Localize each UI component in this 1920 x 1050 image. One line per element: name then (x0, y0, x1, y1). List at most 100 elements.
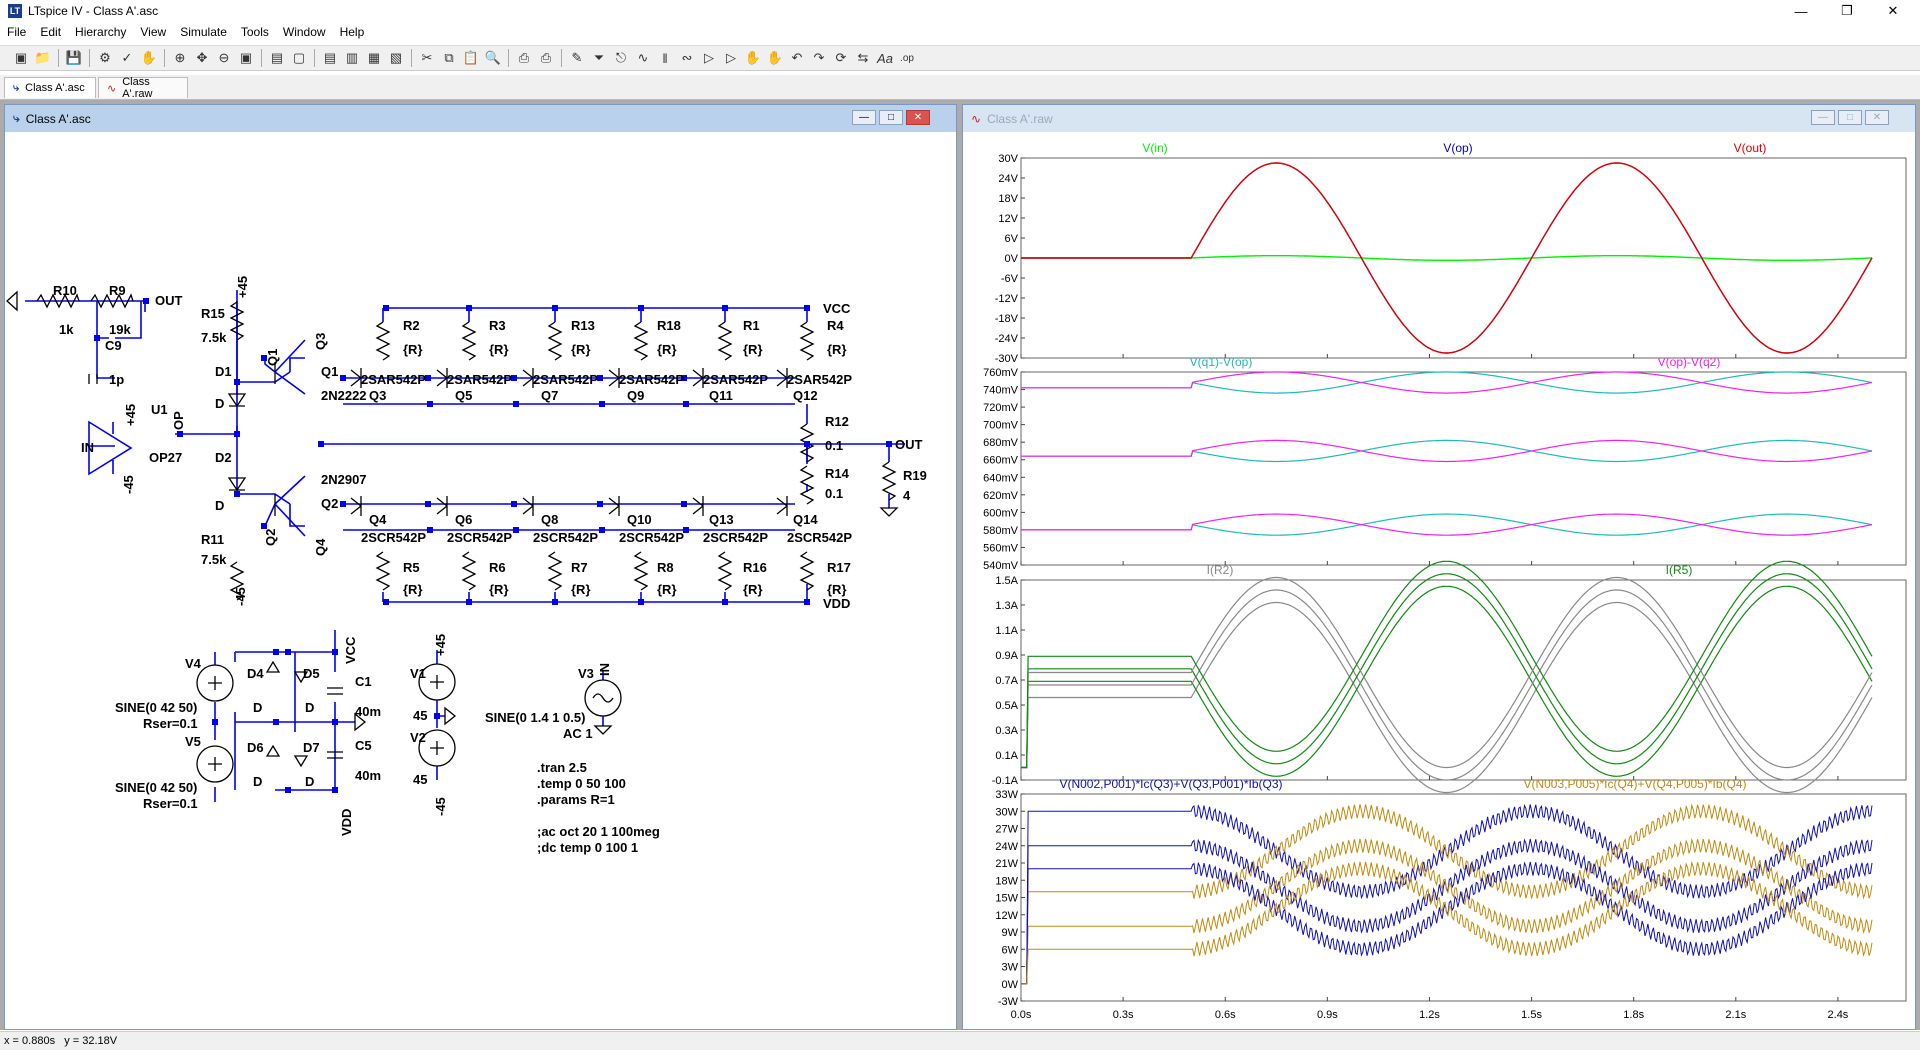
tab-waveform[interactable]: ∿ Class A'.raw (98, 76, 188, 100)
menu-edit[interactable]: Edit (33, 25, 68, 39)
trace-label-power-q4[interactable]: V(N003,P005)*Ic(Q4)+V(Q4,P005)*Ib(Q4) (1523, 777, 1746, 791)
resistor-icon[interactable]: ∿ (632, 47, 654, 69)
x-tick-label: 0.0s (1011, 1009, 1032, 1021)
y-tick-label: 9W (1002, 927, 1019, 939)
waveform-restore-button[interactable]: □ (1838, 110, 1862, 125)
wire-icon[interactable]: ✎ (566, 47, 588, 69)
tab-schematic[interactable]: ⤷ Class A'.asc (4, 77, 96, 98)
label-d6: D6 (247, 740, 264, 755)
undo-icon[interactable]: ↶ (786, 47, 808, 69)
waveform-plot-area[interactable]: V(in) V(op) V(out) V(q1)-V(op) V(op)-V(q… (963, 132, 1915, 1029)
label-2sar542p: 2SAR542P (619, 372, 684, 387)
label-v1-value: 45 (413, 708, 427, 723)
menu-tools[interactable]: Tools (234, 25, 276, 39)
trace-ir2 (1021, 589, 1873, 781)
schematic-canvas[interactable]: R10 R9 OUT 1k 19k C9 1p R15 +45 7.5k Q1 … (5, 132, 956, 1029)
restore-icon[interactable]: ❐ (1824, 0, 1870, 22)
label-net-icon[interactable]: ⎋ (610, 47, 632, 69)
new-schematic-icon[interactable]: ▣ (10, 47, 32, 69)
save-icon[interactable]: 💾 (63, 47, 85, 69)
schematic-window: ⤷ Class A'.asc — □ ✕ R10 R9 OUT 1k 19k C… (4, 104, 957, 1030)
menu-hierarchy[interactable]: Hierarchy (68, 25, 133, 39)
delete-trace-icon[interactable]: ▢ (288, 47, 310, 69)
close-icon[interactable]: ✕ (1870, 0, 1916, 22)
menu-help[interactable]: Help (333, 25, 372, 39)
trace-label-power-q3[interactable]: V(N002,P001)*Ic(Q3)+V(Q3,P001)*Ib(Q3) (1059, 777, 1282, 791)
trace-label-vq1-vop[interactable]: V(q1)-V(op) (1190, 355, 1253, 369)
close-all-icon[interactable]: ▧ (385, 47, 407, 69)
label-vdd: VDD (823, 596, 850, 611)
print-icon[interactable]: ⎙ (535, 47, 557, 69)
capacitor-icon[interactable]: ‖ (654, 47, 676, 69)
schematic-close-button[interactable]: ✕ (906, 110, 930, 125)
tile-vertical-icon[interactable]: ▥ (341, 47, 363, 69)
print-preview-icon[interactable]: ⎙ (513, 47, 535, 69)
waveform-icon: ∿ (107, 82, 117, 95)
open-folder-icon[interactable]: 📁 (32, 47, 54, 69)
waveform-close-button[interactable]: ✕ (1865, 110, 1889, 125)
trace-label-ir5[interactable]: I(R5) (1666, 563, 1693, 577)
spice-directive-icon[interactable]: .op (896, 47, 918, 69)
ground-icon[interactable]: ⏷ (588, 47, 610, 69)
redo-icon[interactable]: ↷ (808, 47, 830, 69)
label-2scr542p: 2SCR542P (703, 530, 768, 545)
tile-horizontal-icon[interactable]: ▤ (319, 47, 341, 69)
minimize-icon[interactable]: — (1778, 0, 1824, 22)
component-icon[interactable]: ▷ (720, 47, 742, 69)
label-op-net: OP (171, 411, 186, 430)
label-q14: Q14 (793, 512, 818, 527)
menu-simulate[interactable]: Simulate (173, 25, 234, 39)
mirror-icon[interactable]: ⇆ (852, 47, 874, 69)
copy-icon[interactable]: ⧉ (438, 47, 460, 69)
cascade-icon[interactable]: ▦ (363, 47, 385, 69)
label-r-val: {R} (743, 582, 763, 597)
label-d5: D5 (303, 666, 320, 681)
schematic-restore-button[interactable]: □ (879, 110, 903, 125)
autorange-icon[interactable]: ▤ (266, 47, 288, 69)
inductor-icon[interactable]: ∾ (676, 47, 698, 69)
label-2n2907: 2N2907 (321, 472, 367, 487)
menu-file[interactable]: File (0, 25, 33, 39)
find-icon[interactable]: 🔍 (482, 47, 504, 69)
label-d1-part: D (215, 396, 224, 411)
run-icon[interactable]: ✓ (116, 47, 138, 69)
trace-label-vin[interactable]: V(in) (1142, 141, 1167, 155)
label-d4-part: D (253, 700, 262, 715)
zoom-in-icon[interactable]: ⊕ (169, 47, 191, 69)
diode-icon[interactable]: ▷ (698, 47, 720, 69)
menu-view[interactable]: View (133, 25, 173, 39)
label-q2-vertical: Q2 (263, 529, 278, 546)
label-vdd-2: VDD (339, 809, 354, 836)
y-tick-label: -30V (995, 353, 1019, 365)
paste-icon[interactable]: 📋 (460, 47, 482, 69)
zoom-fit-icon[interactable]: ▣ (235, 47, 257, 69)
label-7-5k-a: 7.5k (201, 330, 227, 345)
label-sine-v4: SINE(0 42 50) (115, 700, 197, 715)
label-tran: .tran 2.5 (537, 760, 587, 775)
menu-window[interactable]: Window (276, 25, 333, 39)
label-r3: R3 (489, 318, 506, 333)
trace-label-vop[interactable]: V(op) (1443, 141, 1472, 155)
y-tick-label: 6V (1005, 233, 1019, 245)
trace-label-ir2[interactable]: I(R2) (1207, 563, 1234, 577)
pan-icon[interactable]: ✥ (191, 47, 213, 69)
control-panel-icon[interactable]: ⚙ (94, 47, 116, 69)
text-icon[interactable]: Aa (874, 47, 896, 69)
trace-label-vop-vq2[interactable]: V(op)-V(q2) (1658, 355, 1721, 369)
cut-icon[interactable]: ✂ (416, 47, 438, 69)
schematic-minimize-button[interactable]: — (852, 110, 876, 125)
trace-label-vout[interactable]: V(out) (1734, 141, 1767, 155)
move-icon[interactable]: ✋ (742, 47, 764, 69)
waveform-minimize-button[interactable]: — (1811, 110, 1835, 125)
drag-icon[interactable]: ✋ (764, 47, 786, 69)
label-ac1: AC 1 (563, 726, 593, 741)
y-tick-label: 1.3A (995, 600, 1018, 612)
trace-ir2 (1021, 576, 1873, 769)
halt-icon[interactable]: ✋ (138, 47, 160, 69)
label-v3: V3 (578, 666, 594, 681)
zoom-out-icon[interactable]: ⊖ (213, 47, 235, 69)
tab-waveform-label: Class A'.raw (122, 76, 153, 100)
plot-frames (1020, 157, 1907, 1002)
y-tick-label: -0.1A (992, 775, 1019, 787)
rotate-icon[interactable]: ⟳ (830, 47, 852, 69)
